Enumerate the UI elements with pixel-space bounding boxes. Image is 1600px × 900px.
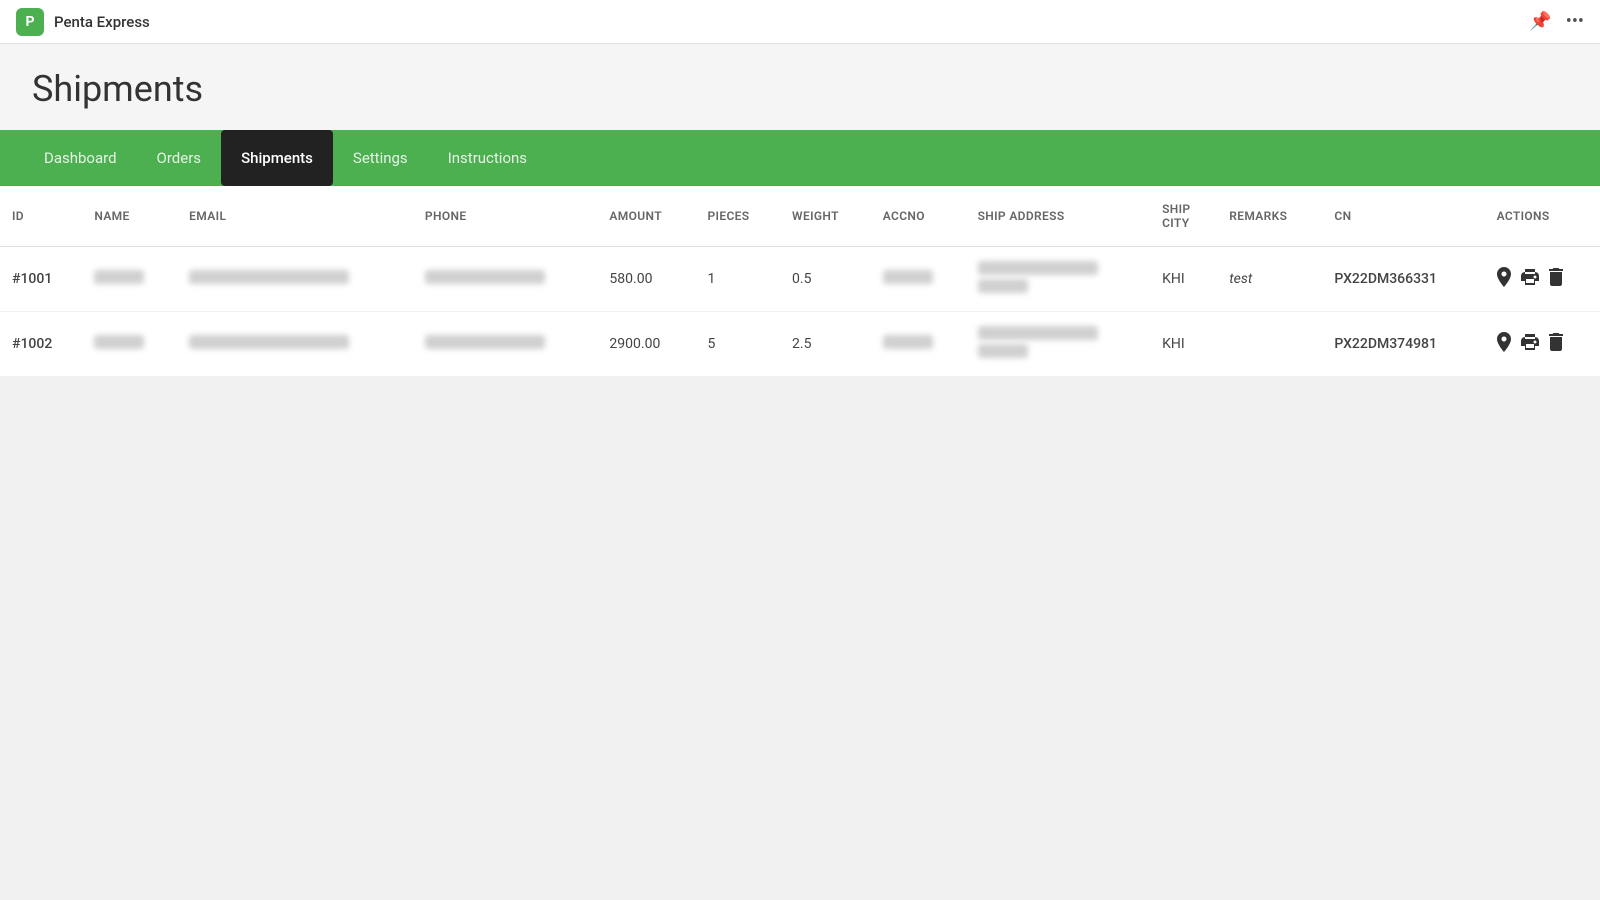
top-bar-actions: 📌 ••• bbox=[1529, 11, 1584, 32]
row-2-name bbox=[82, 312, 177, 377]
page-header: Shipments bbox=[0, 44, 1600, 130]
col-header-weight: WEIGHT bbox=[780, 186, 871, 247]
col-header-remarks: REMARKS bbox=[1217, 186, 1322, 247]
col-header-amount: AMOUNT bbox=[597, 186, 695, 247]
nav-item-orders[interactable]: Orders bbox=[137, 130, 222, 186]
row-1-ship-address bbox=[966, 247, 1151, 312]
blurred-address-2 bbox=[978, 279, 1028, 293]
row-2-ship-city: KHI bbox=[1150, 312, 1217, 377]
table-row: #1001 580.00 1 0.5 bbox=[0, 247, 1600, 312]
row-1-name bbox=[82, 247, 177, 312]
row-1-actions bbox=[1485, 247, 1600, 312]
row-2-cn: PX22DM374981 bbox=[1322, 312, 1484, 377]
app-title: Penta Express bbox=[54, 13, 150, 31]
shipments-table: ID NAME EMAIL PHONE AMOUNT PIECES WEIGHT… bbox=[0, 186, 1600, 377]
blurred-address bbox=[978, 261, 1098, 275]
print-icon[interactable] bbox=[1521, 269, 1539, 289]
row-2-ship-address bbox=[966, 312, 1151, 377]
table-row: #1002 2900.00 5 2.5 bbox=[0, 312, 1600, 377]
row-2-amount: 2900.00 bbox=[597, 312, 695, 377]
app-icon: P bbox=[16, 8, 44, 36]
row-1-cn: PX22DM366331 bbox=[1322, 247, 1484, 312]
row-1-email bbox=[177, 247, 413, 312]
row-1-pieces: 1 bbox=[695, 247, 780, 312]
row-2-actions-cell bbox=[1497, 332, 1588, 356]
blurred-accno bbox=[883, 335, 933, 349]
col-header-ship-address: SHIP ADDRESS bbox=[966, 186, 1151, 247]
row-2-id: #1002 bbox=[0, 312, 82, 377]
row-2-remarks bbox=[1217, 312, 1322, 377]
row-1-accno bbox=[871, 247, 966, 312]
col-header-pieces: PIECES bbox=[695, 186, 780, 247]
nav-item-instructions[interactable]: Instructions bbox=[428, 130, 547, 186]
row-2-phone bbox=[413, 312, 598, 377]
page-title: Shipments bbox=[32, 68, 1568, 110]
blurred-phone bbox=[425, 335, 545, 349]
row-1-actions-cell bbox=[1497, 267, 1588, 291]
row-1-id: #1001 bbox=[0, 247, 82, 312]
col-header-ship-city: SHIPCITY bbox=[1150, 186, 1217, 247]
blurred-name bbox=[94, 335, 144, 349]
row-1-remarks: test bbox=[1217, 247, 1322, 312]
row-2-weight: 2.5 bbox=[780, 312, 871, 377]
blurred-email bbox=[189, 335, 349, 349]
row-2-email bbox=[177, 312, 413, 377]
row-1-weight: 0.5 bbox=[780, 247, 871, 312]
row-2-actions bbox=[1485, 312, 1600, 377]
col-header-cn: CN bbox=[1322, 186, 1484, 247]
blurred-name bbox=[94, 270, 144, 284]
delete-icon[interactable] bbox=[1549, 268, 1563, 290]
row-1-phone bbox=[413, 247, 598, 312]
row-2-accno bbox=[871, 312, 966, 377]
location-icon[interactable] bbox=[1497, 267, 1511, 291]
nav-item-dashboard[interactable]: Dashboard bbox=[24, 130, 137, 186]
main-content: ID NAME EMAIL PHONE AMOUNT PIECES WEIGHT… bbox=[0, 186, 1600, 377]
col-header-name: NAME bbox=[82, 186, 177, 247]
blurred-email bbox=[189, 270, 349, 284]
app-branding: P Penta Express bbox=[16, 8, 150, 36]
row-1-amount: 580.00 bbox=[597, 247, 695, 312]
col-header-actions: ACTIONS bbox=[1485, 186, 1600, 247]
col-header-phone: PHONE bbox=[413, 186, 598, 247]
row-1-ship-city: KHI bbox=[1150, 247, 1217, 312]
row-2-pieces: 5 bbox=[695, 312, 780, 377]
location-icon[interactable] bbox=[1497, 332, 1511, 356]
col-header-email: EMAIL bbox=[177, 186, 413, 247]
blurred-phone bbox=[425, 270, 545, 284]
table-header-row: ID NAME EMAIL PHONE AMOUNT PIECES WEIGHT… bbox=[0, 186, 1600, 247]
nav-bar: Dashboard Orders Shipments Settings Inst… bbox=[0, 130, 1600, 186]
nav-item-shipments[interactable]: Shipments bbox=[221, 130, 333, 186]
blurred-accno bbox=[883, 270, 933, 284]
more-options-icon[interactable]: ••• bbox=[1566, 11, 1584, 32]
print-icon[interactable] bbox=[1521, 334, 1539, 354]
top-bar: P Penta Express 📌 ••• bbox=[0, 0, 1600, 44]
col-header-id: ID bbox=[0, 186, 82, 247]
delete-icon[interactable] bbox=[1549, 333, 1563, 355]
col-header-accno: ACCNO bbox=[871, 186, 966, 247]
pin-icon[interactable]: 📌 bbox=[1529, 11, 1551, 32]
nav-item-settings[interactable]: Settings bbox=[333, 130, 428, 186]
blurred-address bbox=[978, 326, 1098, 340]
blurred-address-2 bbox=[978, 344, 1028, 358]
